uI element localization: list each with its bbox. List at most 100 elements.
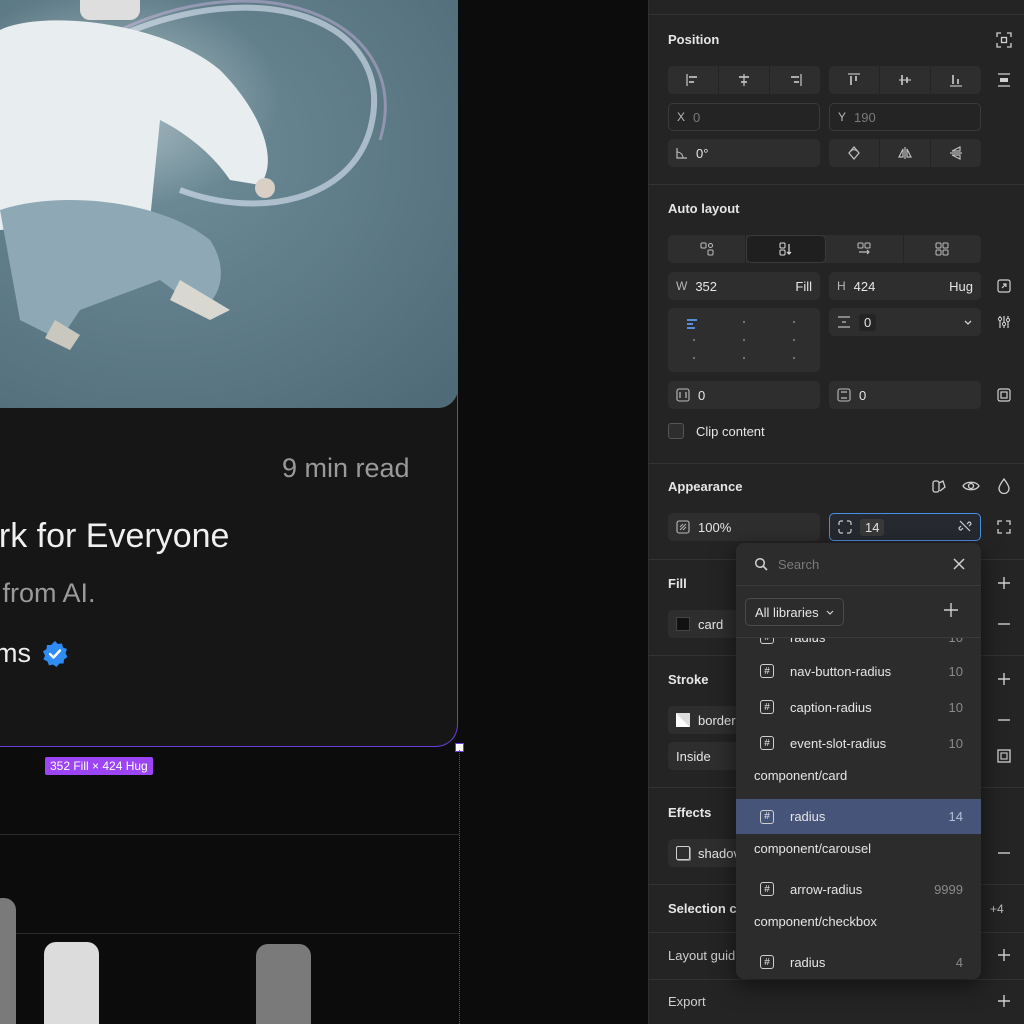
position-title: Position [668, 32, 720, 47]
layout-grid-icon[interactable] [904, 235, 981, 263]
variable-value: 9999 [934, 881, 963, 897]
height-field[interactable]: H 424 Hug [829, 272, 981, 300]
horizontal-padding-field[interactable]: 0 [668, 381, 820, 409]
x-label: X [677, 110, 686, 124]
number-variable-icon: # [760, 955, 774, 969]
blend-mode-icon[interactable] [994, 476, 1014, 496]
design-canvas[interactable]: 9 min read ork for Everyone e from AI. a… [0, 0, 648, 1024]
rotation-field[interactable]: 0° [668, 139, 820, 167]
align-middle-icon[interactable] [880, 66, 931, 94]
variable-row[interactable]: # radius 10 [736, 638, 981, 654]
variable-row[interactable]: # arrow-radius 9999 [736, 872, 981, 906]
height-mode[interactable]: Hug [949, 279, 973, 294]
section-divider [649, 463, 1024, 464]
spacing-icon [838, 316, 850, 328]
detach-variable-icon[interactable] [958, 519, 972, 536]
width-label: W [676, 279, 688, 293]
flip-vertical-icon[interactable] [931, 139, 981, 167]
remove-stroke-icon[interactable] [994, 710, 1014, 730]
author-row: ams [0, 638, 69, 669]
variable-search-bar [736, 543, 981, 586]
width-mode[interactable]: Fill [795, 279, 812, 294]
variable-row[interactable]: # nav-button-radius 10 [736, 654, 981, 688]
chart-bar [256, 944, 311, 1024]
width-field[interactable]: W 352 Fill [668, 272, 820, 300]
variable-name: caption-radius [790, 699, 872, 715]
guide-line [459, 750, 460, 1024]
resize-to-fit-icon[interactable] [994, 276, 1014, 296]
layout-freeform-icon[interactable] [668, 235, 747, 263]
layout-vertical-icon[interactable] [746, 235, 826, 263]
stroke-title: Stroke [668, 672, 709, 687]
variable-row[interactable]: # event-slot-radius 10 [736, 726, 981, 760]
chevron-down-icon[interactable] [963, 315, 973, 330]
vertical-padding-field[interactable]: 0 [829, 381, 981, 409]
article-card[interactable]: 9 min read ork for Everyone e from AI. a… [0, 0, 458, 747]
alignment-grid[interactable] [668, 308, 820, 372]
layout-settings-icon[interactable] [994, 312, 1014, 332]
variable-name: radius [790, 809, 826, 824]
individual-padding-icon[interactable] [994, 385, 1014, 405]
opacity-field[interactable]: 100% [668, 513, 820, 541]
shadow-icon [676, 846, 690, 860]
layout-horizontal-icon[interactable] [826, 235, 904, 263]
distribute-icon[interactable] [994, 70, 1014, 90]
clip-content-label: Clip content [696, 424, 765, 439]
verified-badge-icon [43, 640, 68, 667]
selection-colors-more[interactable]: +4 [990, 902, 1004, 916]
article-headline: ork for Everyone [0, 517, 230, 555]
variable-row[interactable]: # caption-radius 10 [736, 690, 981, 724]
variable-group-heading: component/card [754, 768, 848, 783]
corner-radius-icon [838, 520, 852, 534]
variable-list: # radius 10 # nav-button-radius 10 # cap… [736, 638, 981, 979]
variable-mode-icon[interactable] [929, 476, 949, 496]
align-bottom-icon[interactable] [931, 66, 981, 94]
add-export-icon[interactable] [994, 991, 1014, 1011]
align-right-icon[interactable] [770, 66, 820, 94]
library-filter-select[interactable]: All libraries [745, 598, 844, 626]
corner-radius-field[interactable]: 14 [829, 513, 981, 541]
align-top-icon[interactable] [829, 66, 880, 94]
variable-name: event-slot-radius [790, 735, 887, 751]
clip-content-checkbox[interactable] [668, 423, 684, 439]
variable-name: radius [790, 638, 825, 645]
variable-row-selected[interactable]: # radius 14 [736, 799, 981, 834]
remove-effect-icon[interactable] [994, 843, 1014, 863]
variable-search-input[interactable] [776, 555, 930, 573]
fill-title: Fill [668, 576, 687, 591]
gap-field[interactable]: 0 [829, 308, 981, 336]
add-stroke-icon[interactable] [994, 669, 1014, 689]
y-value: 190 [854, 109, 876, 125]
stroke-swatch [676, 713, 690, 727]
add-layout-guide-icon[interactable] [994, 945, 1014, 965]
horizontal-padding-icon [676, 388, 690, 402]
rotate-icon[interactable] [829, 139, 880, 167]
add-variable-icon[interactable] [943, 602, 959, 623]
library-filter-label: All libraries [755, 604, 819, 620]
chevron-down-icon [826, 610, 834, 615]
variable-row[interactable]: # radius 4 [736, 945, 981, 979]
divider [0, 834, 459, 835]
section-divider [649, 14, 1024, 15]
align-center-h-icon[interactable] [719, 66, 770, 94]
eye-icon[interactable] [961, 476, 981, 496]
stroke-sides-icon[interactable] [994, 746, 1014, 766]
flip-horizontal-icon[interactable] [880, 139, 931, 167]
section-divider [649, 184, 1024, 185]
rotation-value: 0° [696, 145, 709, 161]
close-icon[interactable] [953, 558, 965, 570]
align-left-icon[interactable] [668, 66, 719, 94]
focus-frame-icon[interactable] [994, 30, 1014, 50]
variable-group-heading: component/carousel [754, 841, 872, 856]
x-position-field[interactable]: X 0 [668, 103, 820, 131]
individual-corners-icon[interactable] [994, 517, 1014, 537]
number-variable-icon: # [760, 736, 774, 750]
variable-name: arrow-radius [790, 881, 863, 897]
y-position-field[interactable]: Y 190 [829, 103, 981, 131]
add-fill-icon[interactable] [994, 573, 1014, 593]
read-time-label: 9 min read [282, 453, 410, 483]
number-variable-icon: # [760, 664, 774, 678]
remove-fill-icon[interactable] [994, 614, 1014, 634]
effects-title: Effects [668, 805, 712, 820]
horizontal-align-group [668, 66, 820, 94]
